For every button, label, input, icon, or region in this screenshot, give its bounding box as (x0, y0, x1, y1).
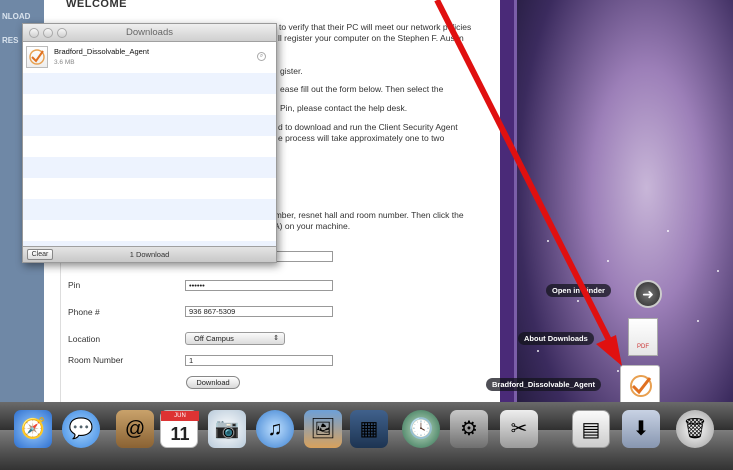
calendar-day: 11 (170, 424, 190, 444)
browser-scroll-edge (500, 0, 514, 470)
pdf-document-icon[interactable]: PDF (628, 318, 658, 356)
page-text-line: ll register your computer on the Stephen… (278, 33, 464, 43)
calendar-icon[interactable]: JUN 11 (160, 410, 199, 448)
sparkle (617, 370, 619, 372)
sparkle (667, 230, 669, 232)
open-in-finder-arrow-icon[interactable]: ➜ (634, 280, 662, 308)
left-tab-download[interactable]: NLOAD (0, 12, 44, 21)
photo-icon[interactable]: 📷 (208, 410, 246, 448)
chat-bubble-icon[interactable]: 💬 (62, 410, 100, 448)
reveal-magnifier-icon[interactable]: ⌕ (257, 52, 266, 61)
list-stripe (23, 136, 276, 157)
downloads-window: Downloads Bradford_Dissolvable_Agent 3.6… (22, 23, 277, 263)
page-text-line: A) on your machine. (274, 221, 351, 231)
downloads-window-title: Downloads (126, 27, 173, 38)
select-arrows-icon: ⇕ (273, 335, 279, 342)
sparkle (577, 300, 579, 302)
pin-label: Pin (68, 280, 81, 290)
download-arrow-icon[interactable]: ⬇ (622, 410, 660, 448)
list-stripe (23, 199, 276, 220)
spaces-icon[interactable]: ▦ (350, 410, 388, 448)
download-item-size: 3.6 MB (54, 59, 75, 66)
open-in-finder-label[interactable]: Open in Finder (546, 284, 611, 297)
clock-icon[interactable]: 🕓 (402, 410, 440, 448)
list-stripe (23, 157, 276, 178)
download-item[interactable]: Bradford_Dissolvable_Agent 3.6 MB ⌕ (23, 42, 276, 73)
checkmark-app-icon (26, 46, 48, 68)
calendar-month: JUN (161, 411, 199, 421)
downloads-titlebar[interactable]: Downloads (23, 24, 276, 42)
page-text-line: d to download and run the Client Securit… (278, 122, 458, 132)
page-heading: WELCOME (66, 0, 127, 10)
page-text-line: gister. (280, 66, 303, 76)
page-text-line: e process will take approximately one to… (278, 133, 445, 143)
phone-field[interactable]: 936 867-5309 (185, 306, 333, 317)
download-item-name: Bradford_Dissolvable_Agent (54, 47, 150, 56)
page-text-line: Pin, please contact the help desk. (280, 103, 408, 113)
room-number-label: Room Number (68, 355, 124, 365)
sparkle (537, 350, 539, 352)
preview-icon[interactable]: 🖼 (304, 410, 342, 448)
page-text-line: ease fill out the form below. Then selec… (280, 84, 444, 94)
pin-field[interactable]: •••••• (185, 280, 333, 291)
compass-icon[interactable]: 🧭 (14, 410, 52, 448)
room-number-field[interactable]: 1 (185, 355, 333, 366)
location-select[interactable]: Off Campus ⇕ (185, 332, 285, 345)
page-text-line: umber, resnet hall and room number. Then… (270, 210, 464, 220)
phone-label: Phone # (68, 307, 100, 317)
list-stripe (23, 73, 276, 94)
sparkle (547, 240, 549, 242)
list-stripe (23, 94, 276, 115)
downloads-footer: Clear 1 Download (23, 246, 276, 262)
trash-icon[interactable]: 🗑 (676, 410, 714, 448)
list-stripe (23, 115, 276, 136)
sparkle (607, 260, 609, 262)
page-text-line: to verify that their PC will meet our ne… (279, 22, 472, 32)
checkmark-app-icon[interactable] (620, 365, 660, 405)
download-count: 1 Download (129, 250, 170, 259)
about-downloads-label[interactable]: About Downloads (518, 332, 594, 345)
scissors-icon[interactable]: ✂ (500, 410, 538, 448)
folder-stack-icon[interactable]: ▤ (572, 410, 610, 448)
agent-stack-label[interactable]: Bradford_Dissolvable_Agent (486, 378, 601, 391)
location-value: Off Campus (194, 334, 234, 343)
downloads-list: Bradford_Dissolvable_Agent 3.6 MB ⌕ (23, 42, 276, 247)
list-stripe (23, 178, 276, 199)
sparkle (697, 320, 699, 322)
gear-icon[interactable]: ⚙ (450, 410, 488, 448)
list-stripe (23, 220, 276, 241)
address-book-icon[interactable]: @ (116, 410, 154, 448)
sparkle (717, 270, 719, 272)
location-label: Location (68, 334, 101, 344)
download-button[interactable]: Download (186, 376, 240, 389)
music-note-icon[interactable]: ♫ (256, 410, 294, 448)
